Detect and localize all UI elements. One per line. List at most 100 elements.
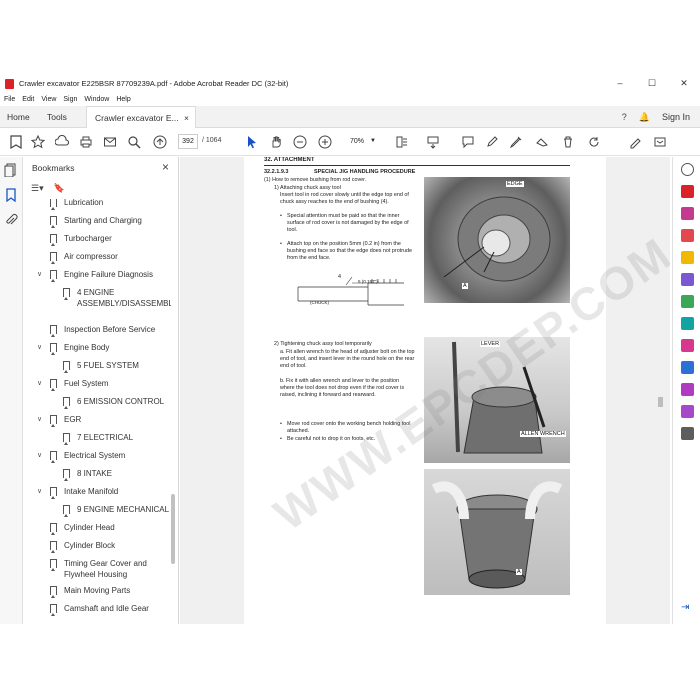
page-thumbnails-icon[interactable]: [4, 163, 18, 178]
page-number-input[interactable]: 392: [178, 134, 198, 149]
zoom-select[interactable]: 70% ▼: [344, 134, 378, 149]
zoom-in-icon[interactable]: [317, 134, 333, 150]
photo-3-art: [431, 481, 563, 589]
combine-files-icon[interactable]: [681, 273, 694, 286]
expand-chevron-icon[interactable]: ∨: [37, 486, 42, 497]
step-1-1-text: Insert tool in rod cover slowly until th…: [280, 192, 409, 206]
previous-page-icon[interactable]: [152, 134, 168, 150]
bullet-1: Special attention must be paid so that t…: [287, 213, 409, 234]
close-window-button[interactable]: ✕: [668, 75, 700, 92]
menu-sign[interactable]: Sign: [63, 96, 77, 103]
menu-edit[interactable]: Edit: [22, 96, 34, 103]
hand-tool-icon[interactable]: [268, 134, 284, 150]
bullet-dot: •: [280, 436, 282, 442]
bookmark-options-icon[interactable]: ☰▾: [31, 183, 44, 194]
tab-close-button[interactable]: ×: [184, 107, 189, 129]
bookmarks-panel: Bookmarks × ☰▾ 🔖 Lubrication Starting and…: [23, 157, 179, 624]
protect-icon[interactable]: [681, 361, 694, 374]
comment-tool-icon[interactable]: [681, 251, 694, 264]
bookmark-flag-icon: [63, 433, 70, 445]
menu-bar: File Edit View Sign Window Help: [0, 92, 700, 106]
bookmark-flag-icon: [63, 505, 70, 517]
bookmark-flag-icon: [50, 325, 57, 337]
bookmark-label: Inspection Before Service: [64, 325, 156, 334]
expand-chevron-icon[interactable]: ∨: [37, 342, 42, 353]
organize-pages-icon[interactable]: [681, 295, 694, 308]
step-2: 2) Tightening chuck assy tool temporaril…: [274, 341, 372, 347]
bookmarks-scrollbar[interactable]: [170, 199, 176, 619]
menu-help[interactable]: Help: [116, 96, 130, 103]
page-view-icon[interactable]: [394, 134, 410, 150]
sign-in-button[interactable]: Sign In: [662, 112, 690, 122]
fill-sign-icon[interactable]: [628, 134, 644, 150]
close-panel-button[interactable]: ×: [162, 160, 169, 174]
certificates-icon[interactable]: [681, 405, 694, 418]
bookmark-flag-icon: [63, 288, 70, 300]
photo-1-art: [443, 196, 551, 282]
email-icon[interactable]: [102, 134, 118, 150]
edit-pdf-icon[interactable]: [681, 207, 694, 220]
bookmark-flag-icon: [50, 487, 57, 499]
more-tools-icon[interactable]: [681, 427, 694, 440]
export-pdf-icon[interactable]: [681, 185, 694, 198]
keyboard-scroll-icon[interactable]: [425, 134, 441, 150]
step-2-a: a. Fit allen wrench to the head of adjus…: [280, 349, 415, 370]
section-header: 32. ATTACHMENT: [264, 157, 315, 163]
rotate-icon[interactable]: [586, 134, 602, 150]
search-icon[interactable]: [126, 134, 142, 150]
tab-document[interactable]: Crawler excavator E... ×: [86, 106, 196, 128]
select-cursor-icon[interactable]: [244, 134, 260, 150]
tab-home[interactable]: Home: [7, 106, 30, 128]
zoom-out-icon[interactable]: [292, 134, 308, 150]
bookmark-add-icon[interactable]: [8, 134, 24, 150]
navigation-strip: [0, 157, 23, 624]
menu-view[interactable]: View: [41, 96, 56, 103]
acrobat-app-icon: [5, 78, 14, 89]
send-for-signature-icon[interactable]: [681, 383, 694, 396]
share-icon[interactable]: [652, 134, 668, 150]
main-toolbar: 392 / 1064 70% ▼: [0, 128, 700, 156]
fill-and-sign-icon[interactable]: [681, 339, 694, 352]
bookmarks-header: Bookmarks: [32, 163, 75, 173]
highlight-pen-icon[interactable]: [484, 134, 500, 150]
notifications-icon[interactable]: 🔔: [639, 112, 650, 123]
bookmark-label: Cylinder Head: [64, 523, 115, 532]
help-icon[interactable]: ?: [622, 112, 627, 122]
bookmark-flag-icon: [63, 361, 70, 373]
star-icon[interactable]: [30, 134, 46, 150]
bookmark-search-icon[interactable]: 🔖: [54, 183, 65, 194]
stamp-icon[interactable]: [534, 134, 550, 150]
bookmark-label: Starting and Charging: [64, 216, 142, 225]
tab-tools[interactable]: Tools: [47, 106, 67, 128]
expand-chevron-icon[interactable]: ∨: [37, 378, 42, 389]
attachments-icon[interactable]: [4, 213, 18, 227]
delete-icon[interactable]: [560, 134, 576, 150]
menu-window[interactable]: Window: [84, 96, 109, 103]
bullet-2: Attach top on the position 5mm (0.2 in) …: [287, 241, 412, 262]
bookmarks-scroll-thumb[interactable]: [171, 494, 175, 564]
document-scrollbar[interactable]: [657, 157, 666, 624]
maximize-button[interactable]: ☐: [636, 75, 668, 92]
upload-cloud-icon[interactable]: [54, 134, 70, 150]
print-icon[interactable]: [78, 134, 94, 150]
bookmark-flag-icon: [50, 343, 57, 355]
zoom-value: 70%: [350, 138, 365, 145]
bookmark-flag-icon: [50, 199, 57, 210]
expand-chevron-icon[interactable]: ∨: [37, 269, 42, 280]
expand-chevron-icon[interactable]: ∨: [37, 450, 42, 461]
zoom-tool-icon[interactable]: [681, 163, 694, 176]
draw-icon[interactable]: [508, 134, 524, 150]
expand-chevron-icon[interactable]: ∨: [37, 414, 42, 425]
comment-icon[interactable]: [460, 134, 476, 150]
bookmark-label: Intake Manifold: [64, 487, 119, 496]
photo-chuck-edge: EDGE A: [424, 177, 570, 303]
scan-ocr-icon[interactable]: [681, 317, 694, 330]
expand-pane-icon[interactable]: ⇥: [681, 602, 694, 615]
menu-file[interactable]: File: [4, 96, 15, 103]
create-pdf-icon[interactable]: [681, 229, 694, 242]
document-scroll-thumb[interactable]: [658, 397, 663, 407]
bookmark-label: Turbocharger: [64, 234, 112, 243]
minimize-button[interactable]: –: [604, 75, 636, 92]
tab-document-label: Crawler excavator E...: [95, 113, 179, 123]
bookmarks-panel-icon[interactable]: [4, 188, 18, 203]
